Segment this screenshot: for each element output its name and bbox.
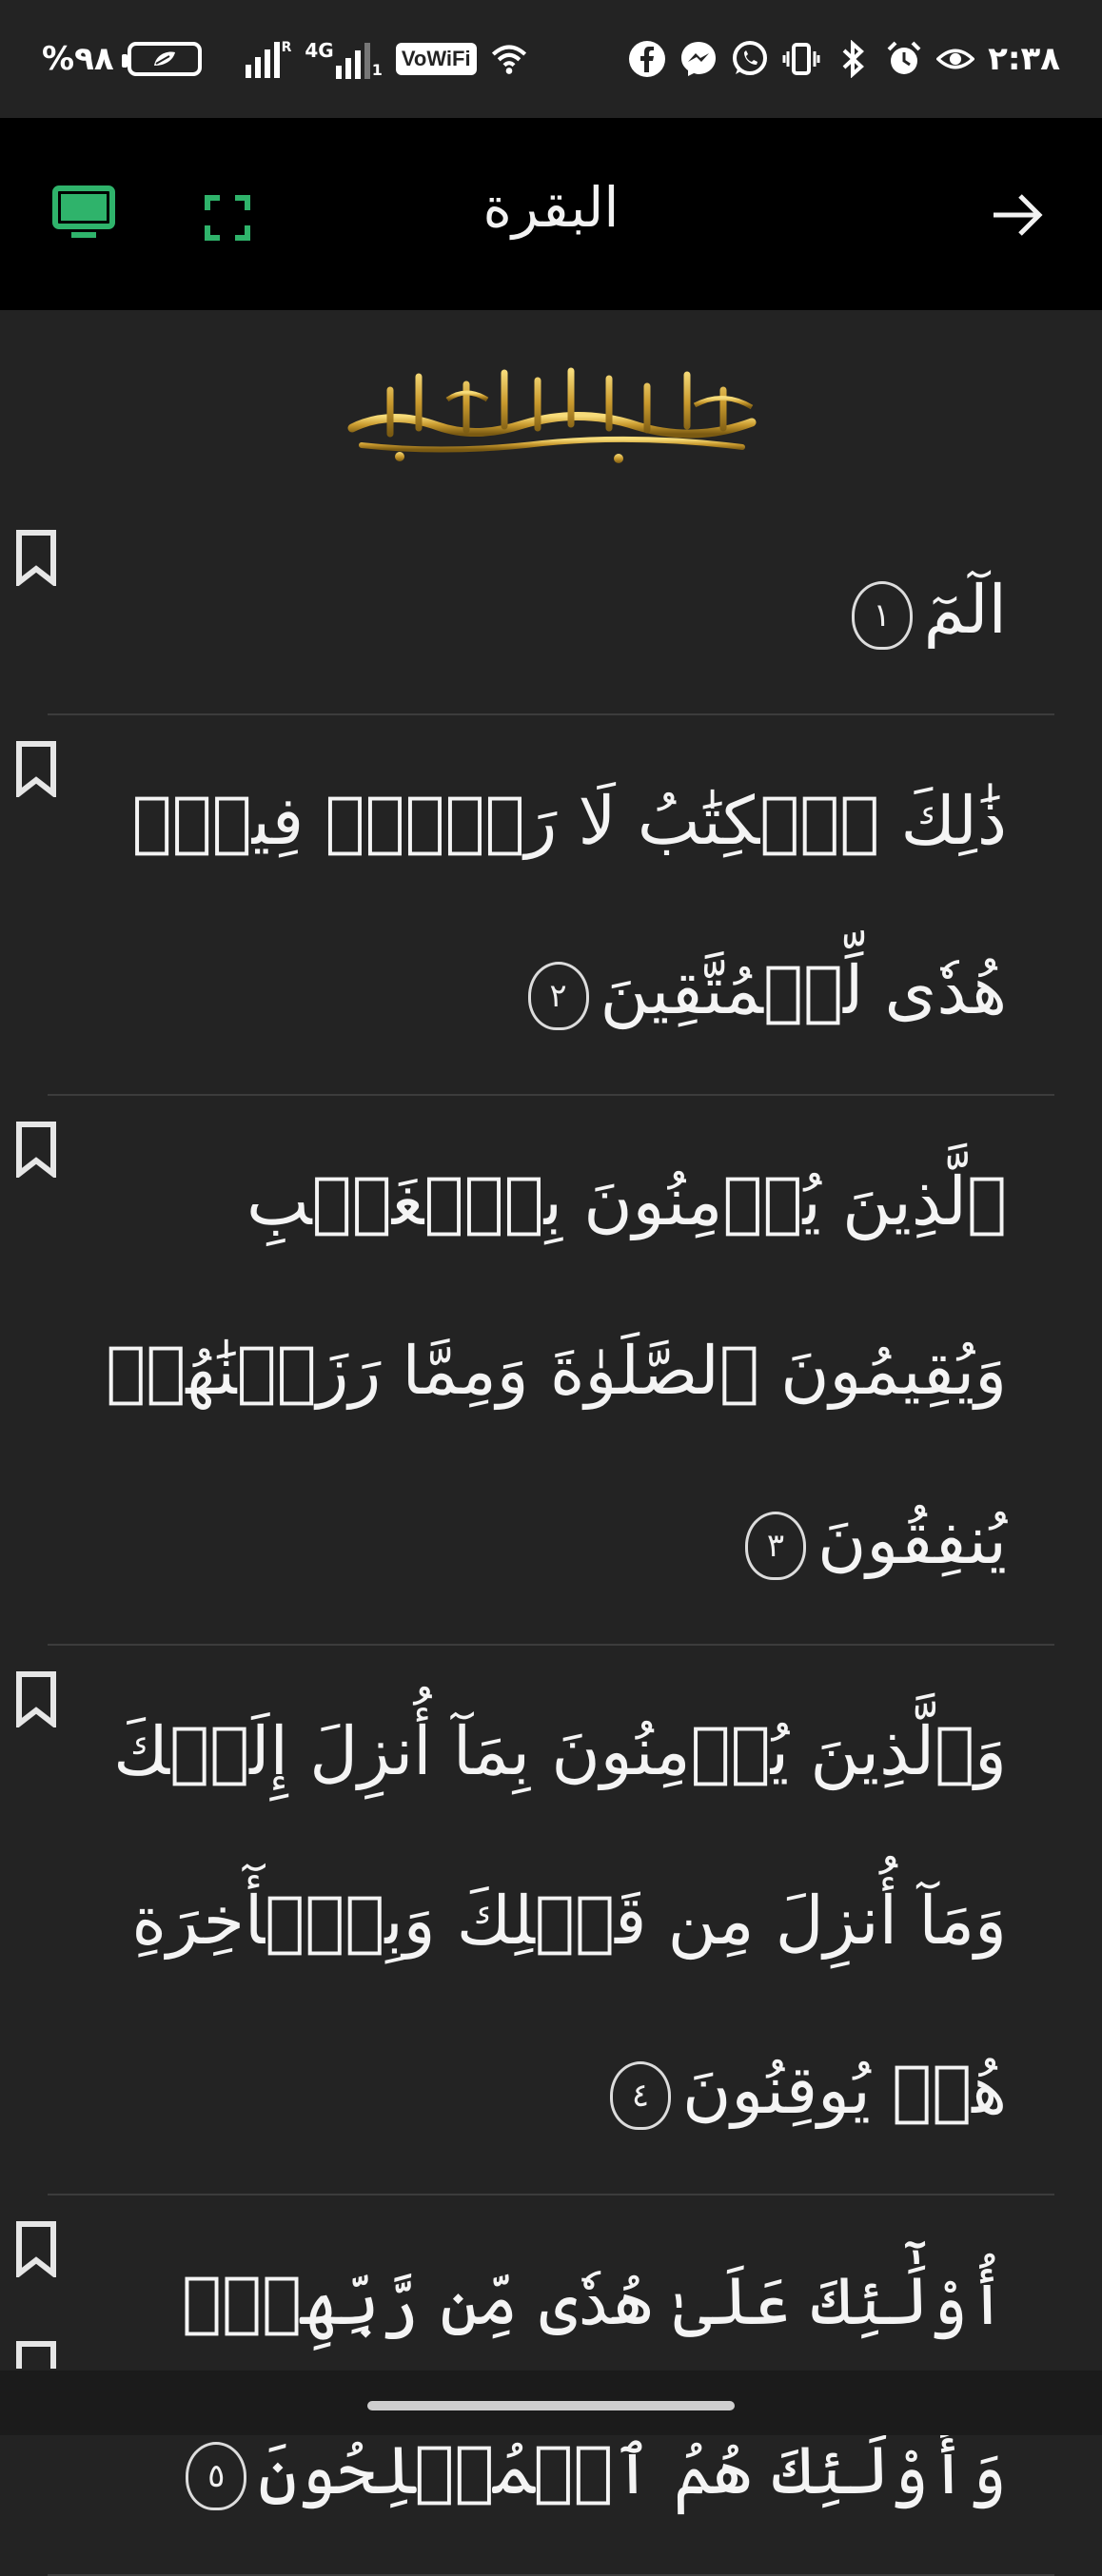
- whatsapp-icon: [731, 40, 769, 78]
- ayah-number: ١: [851, 581, 913, 650]
- verse-words: الٓمٓ: [923, 571, 1007, 649]
- verse-text: الٓمٓ١: [105, 504, 1007, 713]
- signal-4g-icon: 4G 1: [305, 39, 383, 79]
- network-label: 4G: [305, 39, 334, 62]
- bookmark-icon: [16, 1122, 56, 1181]
- status-right: ٢:٣٨: [628, 40, 1060, 78]
- facebook-icon: [628, 40, 666, 78]
- verse-list[interactable]: الٓمٓ١ ذَٰلِكَ ٱلۡكِتَٰبُ لَا رَيۡبَۛ فِ…: [0, 504, 1102, 2576]
- next-verse-bookmark-partial[interactable]: [13, 2340, 59, 2372]
- bluetooth-icon: [834, 40, 872, 78]
- ayah-number: ٣: [745, 1512, 806, 1580]
- bookmark-icon: [16, 741, 56, 800]
- verse-row-1[interactable]: الٓمٓ١: [16, 504, 1054, 715]
- wifi-icon: [490, 40, 528, 78]
- verse-row-2[interactable]: ذَٰلِكَ ٱلۡكِتَٰبُ لَا رَيۡبَۛ فِيهِۛ هُ…: [16, 715, 1054, 1096]
- bookmark-button[interactable]: [13, 529, 59, 590]
- ayah-number: ٤: [610, 2061, 672, 2130]
- ayah-number: ٢: [527, 962, 589, 1030]
- bookmark-icon: [16, 530, 56, 589]
- back-button[interactable]: [984, 185, 1051, 245]
- toolbar: البقرة: [0, 118, 1102, 310]
- bookmark-button[interactable]: [13, 1670, 59, 1731]
- status-left: %٩٨ R 4G 1 VoWiFi: [42, 39, 528, 79]
- sim-index: 1: [371, 61, 383, 79]
- arrow-right-icon: [994, 194, 1043, 236]
- battery-percent: %٩٨: [42, 40, 114, 78]
- verse-words: وَٱلَّذِينَ يُؤۡمِنُونَ بِمَآ أُنزِلَ إِ…: [113, 1712, 1007, 2129]
- eye-icon: [936, 40, 975, 78]
- battery-icon: [121, 42, 202, 76]
- vibrate-icon: [782, 40, 820, 78]
- verse-row-3[interactable]: ٱلَّذِينَ يُؤۡمِنُونَ بِٱلۡغَيۡبِ وَيُقِ…: [16, 1096, 1054, 1646]
- bookmark-button[interactable]: [13, 1121, 59, 1181]
- bookmark-button[interactable]: [13, 2220, 59, 2281]
- verse-words: ٱلَّذِينَ يُؤۡمِنُونَ بِٱلۡغَيۡبِ وَيُقِ…: [106, 1162, 1007, 1579]
- clock: ٢:٣٨: [988, 40, 1060, 78]
- verse-row-4[interactable]: وَٱلَّذِينَ يُؤۡمِنُونَ بِمَآ أُنزِلَ إِ…: [16, 1646, 1054, 2195]
- bookmark-icon: [16, 2221, 56, 2280]
- vowifi-badge: VoWiFi: [395, 43, 477, 75]
- bookmark-icon: [16, 1671, 56, 1730]
- alarm-icon: [885, 40, 923, 78]
- ayah-number: ٥: [186, 2442, 247, 2510]
- verse-text: ٱلَّذِينَ يُؤۡمِنُونَ بِٱلۡغَيۡبِ وَيُقِ…: [105, 1096, 1007, 1644]
- bismillah-calligraphy: [333, 352, 771, 476]
- gesture-handle[interactable]: [367, 2401, 735, 2410]
- roaming-mark: R: [281, 40, 292, 55]
- surah-title: البقرة: [482, 175, 620, 240]
- bookmark-icon: [16, 2341, 56, 2369]
- verse-text: وَٱلَّذِينَ يُؤۡمِنُونَ بِمَآ أُنزِلَ إِ…: [105, 1646, 1007, 2194]
- verse-text: ذَٰلِكَ ٱلۡكِتَٰبُ لَا رَيۡبَۛ فِيهِۛ هُ…: [105, 715, 1007, 1094]
- status-bar: %٩٨ R 4G 1 VoWiFi ٢:٣٨: [0, 0, 1102, 118]
- messenger-icon: [679, 40, 718, 78]
- bookmark-button[interactable]: [13, 740, 59, 801]
- signal-icon: R: [245, 40, 292, 78]
